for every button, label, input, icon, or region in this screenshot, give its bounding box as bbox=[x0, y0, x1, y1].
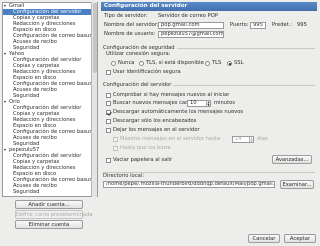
until-deleted-label[interactable]: Hasta que los borre bbox=[120, 145, 171, 152]
server-type-label: Tipo de servidor: bbox=[104, 13, 148, 19]
check-every-checkbox[interactable] bbox=[106, 101, 111, 106]
secure-option-never-radio[interactable] bbox=[111, 61, 116, 66]
remove-account-button[interactable]: Eliminar cuenta bbox=[15, 220, 83, 229]
tree-scrollbar[interactable] bbox=[91, 2, 97, 197]
secure-conn-label: Utilizar conexión segura: bbox=[106, 51, 171, 57]
check-every-spinner[interactable]: 10 ▲ ▼ bbox=[187, 100, 211, 107]
secure-option-tls-available-radio[interactable] bbox=[139, 61, 144, 66]
max-days-label[interactable]: Máximo mensajes en el servidor hasta bbox=[120, 136, 220, 143]
port-field[interactable]: 995 bbox=[250, 22, 266, 29]
default-port-value: 995 bbox=[297, 22, 307, 28]
account-tree[interactable]: ▾ Gmail Configuración del servidor Copias y… bbox=[2, 2, 98, 197]
auto-download-label[interactable]: Descargar automáticamente los mensajes n… bbox=[113, 109, 243, 116]
secure-option-ssl[interactable]: SSL bbox=[234, 60, 243, 67]
headers-only-label[interactable]: Descargar sólo los encabezados bbox=[113, 118, 196, 125]
tree-scroll-thumb[interactable] bbox=[93, 3, 97, 73]
server-type-value: Servidor de correo POP bbox=[158, 13, 218, 19]
max-days-checkbox[interactable] bbox=[113, 137, 118, 142]
security-group: Configuración de seguridad bbox=[103, 45, 315, 52]
cancel-button[interactable]: Cancelar bbox=[248, 234, 280, 243]
add-account-button[interactable]: Añadir cuenta... bbox=[15, 200, 83, 209]
username-field[interactable]: pepezulu57@gmail.com bbox=[158, 31, 224, 38]
spinner-arrows-icon[interactable]: ▲ ▼ bbox=[249, 137, 253, 142]
max-days-unit: días bbox=[257, 136, 268, 142]
secure-option-tls[interactable]: TLS bbox=[212, 60, 221, 67]
port-label: Puerto: bbox=[230, 22, 249, 28]
check-startup-checkbox[interactable] bbox=[106, 93, 111, 98]
spinner-arrows-icon[interactable]: ▲ ▼ bbox=[206, 101, 210, 106]
check-every-unit: minutos bbox=[214, 100, 235, 106]
browse-button[interactable]: Examinar... bbox=[280, 180, 314, 189]
panel-title: Configuración del servidor bbox=[101, 2, 317, 11]
max-days-spinner[interactable]: 14 ▲ ▼ bbox=[232, 136, 254, 143]
advanced-button[interactable]: Avanzadas... bbox=[272, 155, 312, 164]
server-section-title: Configuración del servidor bbox=[103, 82, 174, 89]
empty-trash-checkbox[interactable] bbox=[106, 158, 111, 163]
secure-option-never[interactable]: Nunca bbox=[118, 60, 135, 67]
check-every-label[interactable]: Buscar nuevos mensajes cada bbox=[113, 100, 192, 107]
until-deleted-checkbox[interactable] bbox=[113, 146, 118, 151]
leave-on-server-checkbox[interactable] bbox=[106, 128, 111, 133]
secure-option-tls-radio[interactable] bbox=[205, 61, 210, 66]
default-port-label: Predet.: bbox=[272, 22, 293, 28]
accept-button[interactable]: Aceptar bbox=[284, 234, 316, 243]
check-startup-label[interactable]: Comprobar si hay mensajes nuevos al inic… bbox=[113, 92, 229, 99]
local-dir-label: Directorio local: bbox=[103, 173, 144, 179]
secure-auth-label[interactable]: Usar identificación segura bbox=[113, 69, 181, 76]
local-dir-field[interactable]: /home/pepe/.mozilla-thunderbird/dddnqp.d… bbox=[103, 181, 275, 188]
empty-trash-label[interactable]: Vaciar papelera al salir bbox=[113, 157, 172, 164]
set-default-button[interactable]: Definir como predeterminada bbox=[15, 210, 93, 219]
server-settings-group: Configuración del servidor bbox=[103, 82, 315, 89]
tree-item[interactable]: Seguridad bbox=[3, 189, 97, 195]
secure-auth-checkbox[interactable] bbox=[106, 70, 111, 75]
username-label: Nombre de usuario: bbox=[104, 31, 156, 37]
secure-option-tls-available[interactable]: TLS, si está disponible bbox=[146, 60, 204, 67]
auto-download-checkbox[interactable] bbox=[106, 110, 111, 115]
max-days-value[interactable]: 14 bbox=[235, 136, 242, 142]
headers-only-checkbox[interactable] bbox=[106, 119, 111, 124]
server-name-field[interactable]: pop.gmail.com bbox=[158, 22, 224, 29]
leave-on-server-label[interactable]: Dejar los mensajes en el servidor bbox=[113, 127, 200, 134]
check-every-value[interactable]: 10 bbox=[190, 100, 197, 106]
server-name-label: Nombre del servidor: bbox=[104, 22, 159, 28]
secure-option-ssl-radio[interactable] bbox=[227, 61, 232, 66]
